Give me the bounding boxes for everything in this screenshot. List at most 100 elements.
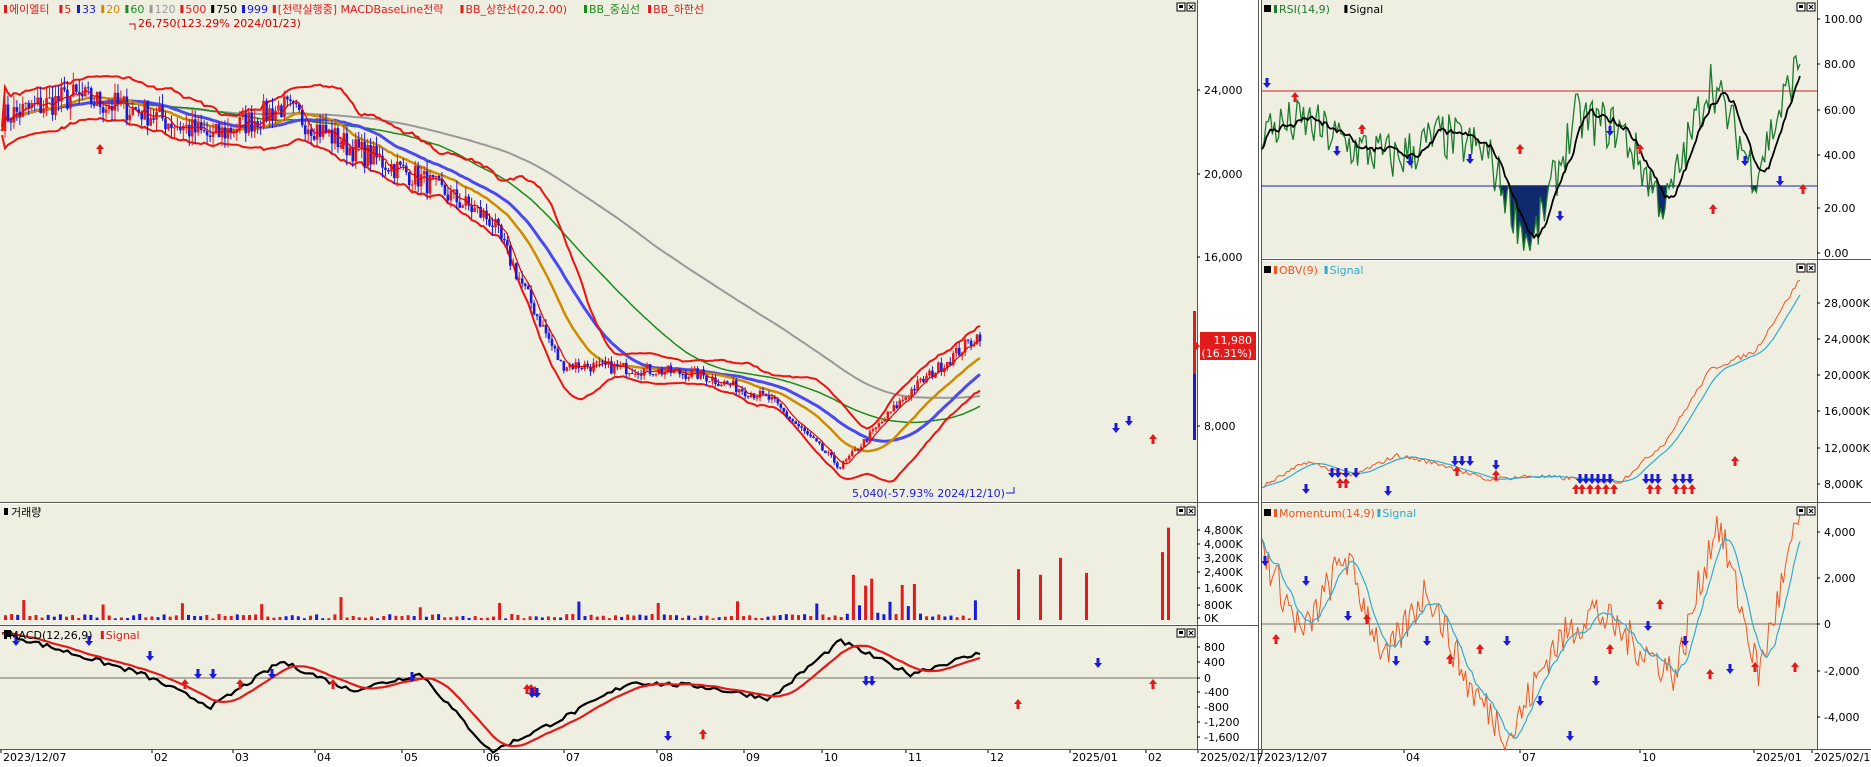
date-tick-label: 07: [566, 751, 580, 764]
candle-body: [836, 462, 839, 468]
candle-body: [214, 123, 218, 132]
legend-item: Momentum(14,9): [1279, 507, 1375, 520]
axis-tick-label: 8,000K: [1824, 478, 1863, 491]
volume-bar: [473, 616, 477, 620]
volume-bar: [736, 601, 739, 620]
candle-body: [684, 374, 688, 379]
candle-body: [889, 411, 893, 413]
volume-bar: [461, 616, 465, 620]
legend-swatch: [125, 5, 129, 13]
candle-body: [954, 347, 958, 354]
candle-body: [164, 118, 167, 130]
volume-bar: [119, 617, 123, 620]
legend-swatch: [1324, 266, 1328, 274]
candle-body: [217, 123, 221, 138]
volume-bar: [705, 615, 709, 620]
volume-bar: [851, 574, 855, 620]
candle-body: [681, 374, 685, 376]
volume-bar: [71, 615, 75, 620]
candle-body: [125, 96, 129, 121]
candle-body: [283, 96, 286, 118]
macd-panel[interactable]: [0, 626, 1197, 749]
candle-body: [627, 373, 631, 375]
volume-bar: [431, 614, 434, 620]
volume-bar: [614, 615, 617, 620]
price-range-bar-up: [1193, 311, 1196, 374]
candle-body: [761, 390, 765, 394]
volume-bar: [83, 614, 87, 620]
obv-axis: 28,000K 24,000K 20,000K 16,000K 12,000K 8,000…: [1817, 297, 1870, 491]
maximize-icon: [1179, 5, 1183, 8]
candle-body: [333, 128, 337, 144]
candle-body: [321, 124, 325, 137]
volume-bar: [754, 617, 758, 620]
volume-bar: [729, 615, 733, 620]
candle-body: [66, 89, 69, 109]
date-tick-label: 02: [1148, 751, 1162, 764]
volume-bar: [668, 615, 672, 620]
candle-body: [595, 362, 598, 364]
candle-body: [422, 171, 426, 175]
volume-bar: [492, 616, 495, 620]
panel-menu-icon[interactable]: [1264, 5, 1271, 12]
volume-bar: [949, 615, 953, 620]
axis-tick-label: 4,000K: [1204, 538, 1243, 551]
candle-body: [904, 397, 907, 400]
volume-title: 거래량: [11, 506, 41, 519]
volume-bar: [888, 601, 892, 620]
candle-body: [598, 361, 601, 363]
axis-tick-label: 0.00: [1824, 247, 1849, 260]
panel-menu-icon[interactable]: [1264, 266, 1271, 273]
candle-body: [419, 174, 423, 187]
volume-bar: [742, 616, 746, 620]
volume-bar: [309, 615, 312, 620]
panel-menu-icon[interactable]: [4, 630, 11, 637]
candle-body: [800, 426, 803, 428]
candle-body: [856, 448, 860, 451]
candle-body: [948, 362, 952, 365]
candle-body: [788, 416, 792, 420]
volume-bar: [290, 615, 294, 620]
date-axis-right: 2023/12/07 04 07 10 2025/01 2025/02/17: [1261, 750, 1871, 764]
volume-bar: [632, 615, 636, 620]
candle-body: [895, 405, 899, 409]
candle-body: [651, 374, 655, 376]
legend-item: 120: [155, 3, 176, 16]
volume-bar: [126, 618, 129, 620]
candle-body: [262, 100, 265, 128]
candle-body: [384, 167, 387, 171]
candle-body: [315, 124, 319, 140]
panel-menu-icon[interactable]: [1264, 509, 1271, 516]
high-annotation: 26,750(123.29% 2024/01/23): [138, 17, 301, 30]
volume-bar: [943, 616, 947, 620]
rsi-legend: RSI(14,9) Signal: [1274, 3, 1383, 16]
candle-body: [690, 370, 693, 377]
volume-bar: [498, 602, 502, 620]
volume-bar: [443, 617, 447, 620]
axis-tick-label: -800: [1204, 701, 1229, 714]
candle-body: [779, 403, 783, 408]
main-price-panel[interactable]: [0, 0, 1197, 502]
candle-body: [720, 384, 723, 387]
volume-bar: [601, 615, 605, 620]
candle-body: [853, 448, 857, 451]
volume-bar: [357, 617, 361, 620]
candle-body: [880, 421, 884, 424]
volume-bar: [394, 615, 398, 620]
date-tick-label: 2025/01: [1756, 751, 1802, 764]
candle-body: [446, 194, 450, 201]
legend-item: BB_중심선: [589, 3, 640, 16]
legend-swatch: [1274, 509, 1277, 517]
candle-body: [12, 107, 16, 123]
volume-bar: [711, 618, 715, 620]
momentum-panel[interactable]: [1261, 504, 1817, 749]
volume-bar: [919, 613, 922, 620]
volume-bar: [778, 615, 782, 620]
candle-body: [883, 419, 887, 422]
candle-body: [553, 345, 557, 349]
volume-bar: [803, 614, 807, 620]
candle-body: [821, 443, 824, 451]
candle-body: [437, 176, 441, 179]
candle-body: [306, 129, 310, 135]
candle-body: [89, 88, 93, 105]
